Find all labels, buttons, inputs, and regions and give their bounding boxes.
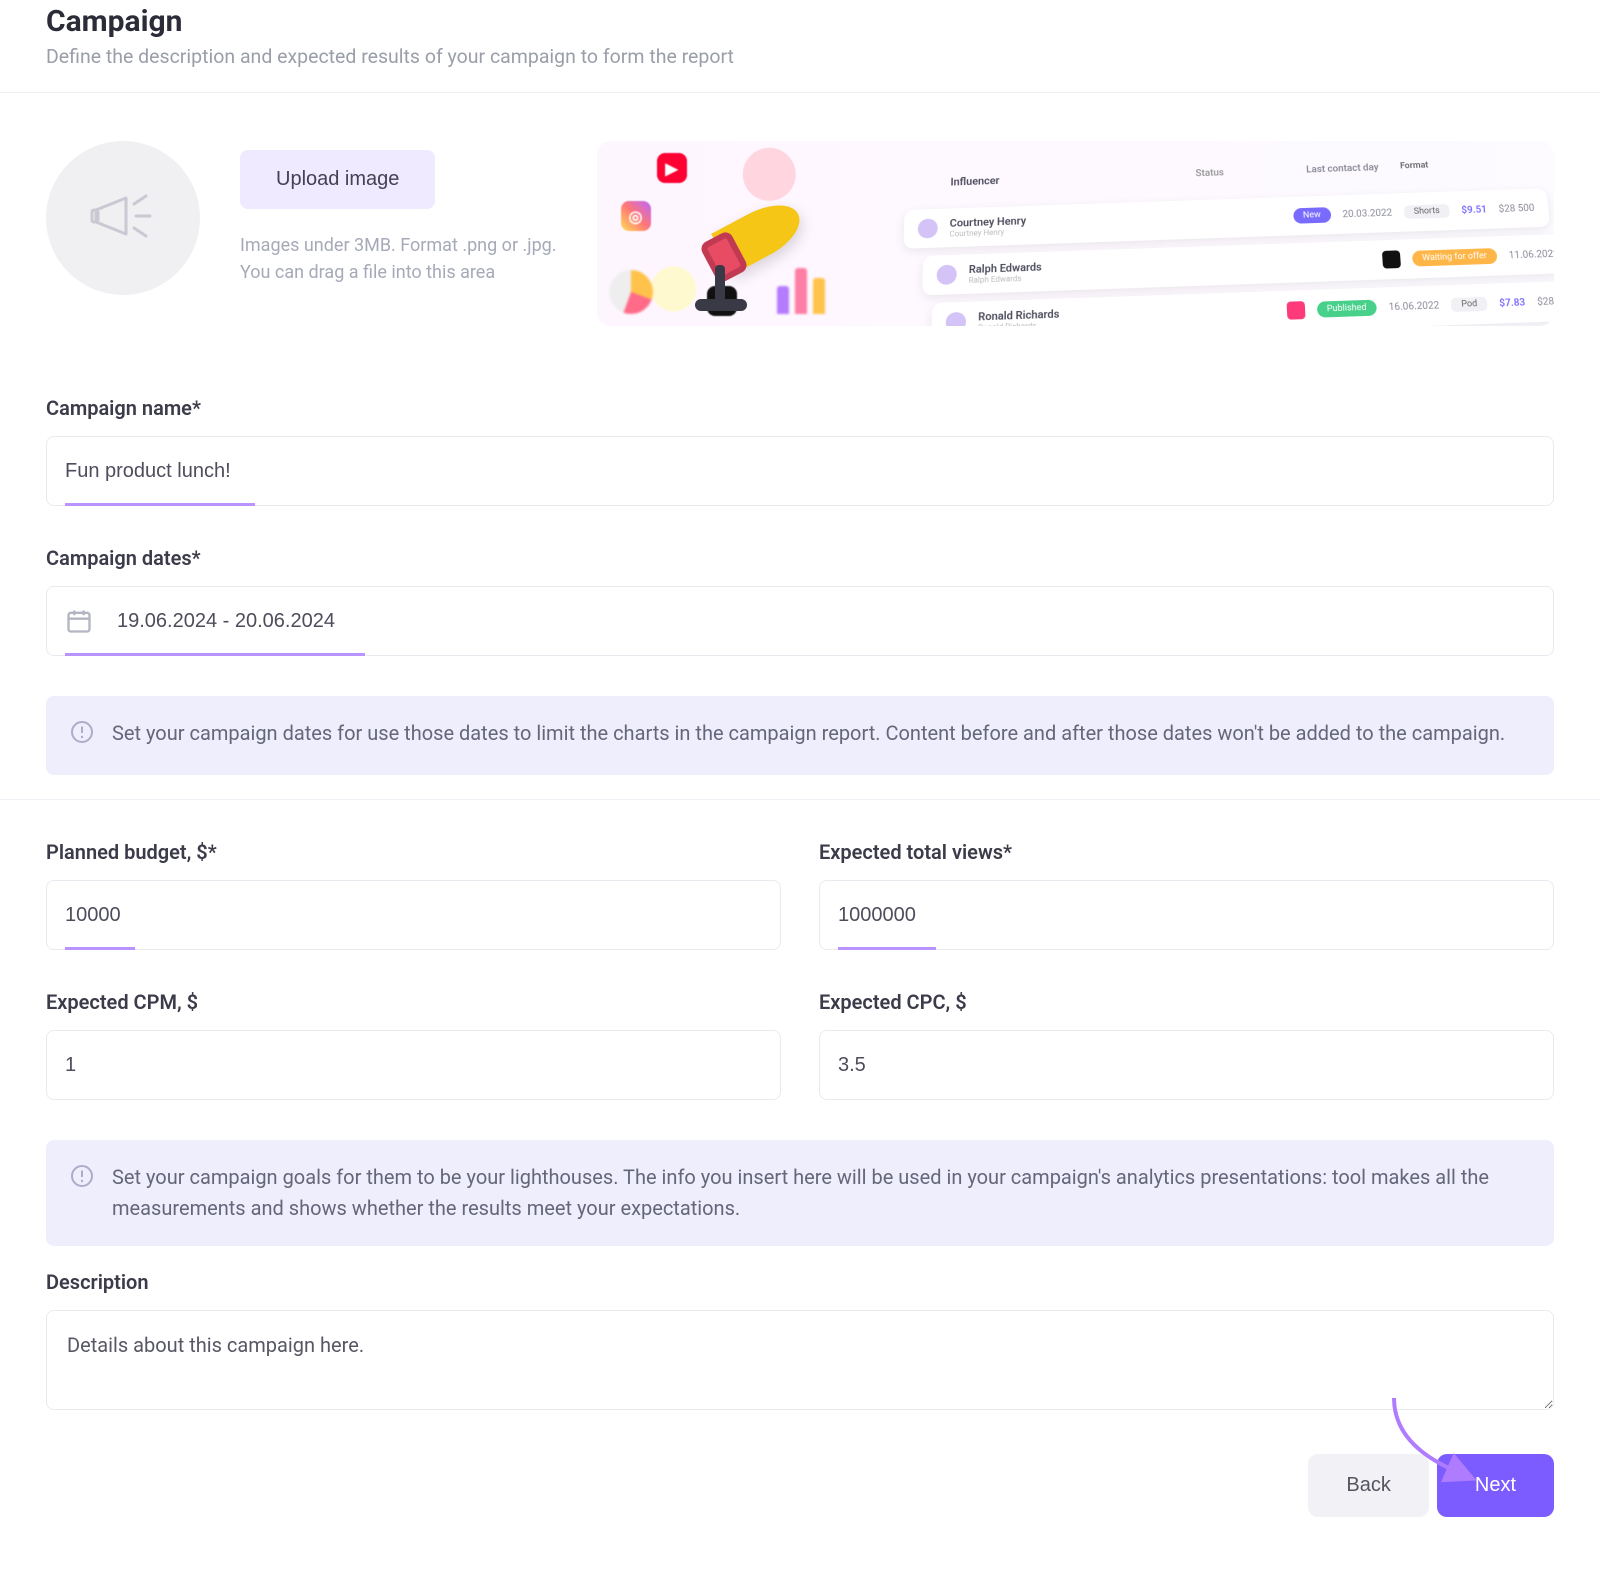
megaphone-icon <box>90 190 156 246</box>
table-row: Courtney HenryCourtney Henry New 20.03.2… <box>903 188 1550 249</box>
expected-cpm-input[interactable] <box>65 1054 762 1077</box>
page-subtitle: Define the description and expected resu… <box>46 45 1554 68</box>
upload-image-button[interactable]: Upload image <box>240 150 435 209</box>
campaign-image-placeholder <box>46 141 200 295</box>
page-title: Campaign <box>46 4 1554 39</box>
upload-area[interactable]: Upload image Images under 3MB. Format .p… <box>46 141 557 295</box>
calendar-icon <box>65 607 93 635</box>
campaign-name-input-wrap <box>46 436 1554 506</box>
planned-budget-label: Planned budget, $* <box>46 840 781 864</box>
description-textarea[interactable] <box>46 1310 1554 1410</box>
goals-info-banner: Set your campaign goals for them to be y… <box>46 1140 1554 1246</box>
page-header: Campaign Define the description and expe… <box>0 0 1600 93</box>
next-button[interactable]: Next <box>1437 1454 1554 1517</box>
campaign-dates-input[interactable] <box>117 610 1535 633</box>
campaign-name-input[interactable] <box>65 460 1535 483</box>
expected-views-input[interactable] <box>838 904 1535 927</box>
campaign-dates-input-wrap <box>46 586 1554 656</box>
campaign-name-label: Campaign name* <box>46 396 1554 420</box>
expected-views-label: Expected total views* <box>819 840 1554 864</box>
info-icon <box>70 720 94 753</box>
table-row: Ralph EdwardsRalph Edwards Waiting for o… <box>922 234 1554 296</box>
back-button[interactable]: Back <box>1308 1454 1428 1517</box>
megaphone-graphic <box>677 171 817 311</box>
planned-budget-input[interactable] <box>65 904 762 927</box>
table-row: Ronald RichardsRonald Richards Published… <box>931 280 1554 326</box>
expected-cpc-input[interactable] <box>838 1054 1535 1077</box>
influencer-table-mock: Influencer Status Last contact day Forma… <box>899 143 1554 326</box>
expected-cpc-label: Expected CPC, $ <box>819 990 1554 1014</box>
dates-info-banner: Set your campaign dates for use those da… <box>46 696 1554 775</box>
info-icon <box>70 1164 94 1224</box>
preview-illustration: ▶ ◎ ♪ Influencer Status Last contact day… <box>597 141 1554 326</box>
upload-info-text: Images under 3MB. Format .png or .jpg. Y… <box>240 233 557 285</box>
expected-cpm-label: Expected CPM, $ <box>46 990 781 1014</box>
description-label: Description <box>46 1270 1554 1294</box>
campaign-dates-label: Campaign dates* <box>46 546 1554 570</box>
